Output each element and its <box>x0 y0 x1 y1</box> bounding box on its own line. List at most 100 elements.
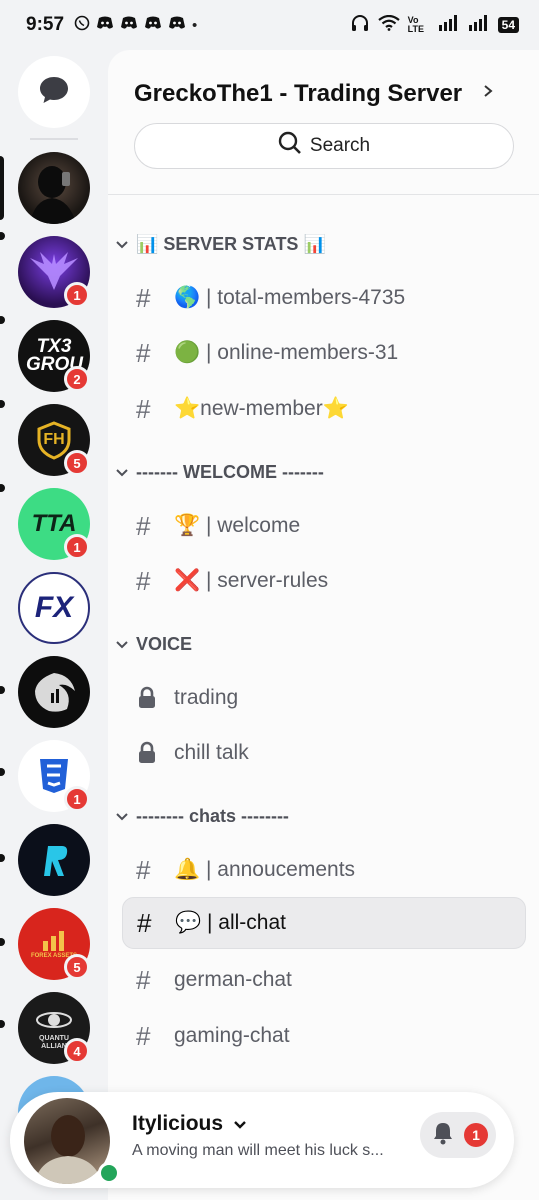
channel-total-members[interactable]: # 🌎 | total-members-4735 <box>122 272 526 324</box>
server-icon-eagle[interactable] <box>18 656 90 728</box>
css-shield-icon <box>40 759 68 793</box>
unread-indicator <box>0 316 5 324</box>
unread-badge: 4 <box>64 1038 90 1064</box>
hash-icon: # <box>137 907 152 938</box>
server-name[interactable]: GreckoThe1 - Trading Server <box>134 80 462 108</box>
unread-badge: 1 <box>64 282 90 308</box>
direct-messages-button[interactable] <box>18 56 90 128</box>
channel-server-rules[interactable]: # ❌ | server-rules <box>122 555 526 607</box>
server-rail: 1 TX3 GROU 2 FH 5 TTA 1 FX 1 FOREX ASSET… <box>0 50 108 1200</box>
channel-new-member[interactable]: # ⭐new-member⭐ <box>122 383 526 435</box>
channel-name: ⭐new-member⭐ <box>174 397 349 420</box>
category-label: VOICE <box>136 634 193 654</box>
eagle-icon <box>35 673 75 712</box>
chevron-down-icon <box>116 810 128 824</box>
category-server-stats[interactable]: 📊 SERVER STATS 📊 <box>116 234 326 255</box>
chevron-down-icon <box>116 238 128 252</box>
clock: 9:57 <box>26 14 65 35</box>
category-label: 📊 SERVER STATS 📊 <box>136 234 326 254</box>
server-label: FX <box>34 591 74 624</box>
chart-bars-icon <box>43 931 64 951</box>
channel-name: ❌ | server-rules <box>174 569 329 592</box>
unread-indicator <box>0 938 5 946</box>
chevron-down-icon <box>116 466 128 480</box>
inbox-button[interactable]: 1 <box>420 1112 496 1158</box>
unread-badge: 5 <box>64 954 90 980</box>
system-icons: Vo LTE 54 <box>350 14 519 36</box>
unread-indicator <box>0 1020 5 1028</box>
category-chats[interactable]: -------- chats -------- <box>116 806 289 827</box>
unread-indicator <box>0 400 5 408</box>
signal-icon <box>438 15 460 35</box>
chevron-down-icon <box>116 638 128 652</box>
category-voice[interactable]: VOICE <box>116 634 192 655</box>
search-label: Search <box>309 135 371 156</box>
hash-icon: # <box>136 565 151 596</box>
chevron-down-icon <box>233 1112 247 1135</box>
hash-icon: # <box>136 964 151 995</box>
unread-indicator <box>0 484 5 492</box>
discord-icon <box>168 16 186 34</box>
status-bar: 9:57 • Vo LTE 54 <box>0 0 539 50</box>
search-icon <box>278 131 302 161</box>
channel-annoucements[interactable]: # 🔔 | annoucements <box>122 844 526 896</box>
hooded-person-icon <box>30 166 76 224</box>
channel-name: german-chat <box>174 968 292 991</box>
category-label: ------- WELCOME ------- <box>136 462 324 482</box>
voice-channel-trading[interactable]: trading <box>122 672 526 724</box>
channel-online-members[interactable]: # 🟢 | online-members-31 <box>122 327 526 379</box>
hash-icon: # <box>136 1020 151 1051</box>
r-logo-icon <box>44 846 68 876</box>
hash-icon: # <box>136 337 151 368</box>
channel-all-chat[interactable]: # 💬 | all-chat <box>122 897 526 949</box>
channel-panel: GreckoThe1 - Trading Server Search 📊 SER… <box>108 50 539 1200</box>
unread-badge: 1 <box>64 786 90 812</box>
server-label: FH <box>43 431 65 448</box>
chevron-right-icon[interactable] <box>483 83 493 103</box>
inbox-badge: 1 <box>464 1123 488 1147</box>
hash-icon: # <box>136 854 151 885</box>
lock-icon <box>136 741 174 765</box>
rail-divider <box>30 138 78 140</box>
channel-name: 🟢 | online-members-31 <box>174 341 399 364</box>
username-label: Itylicious <box>132 1112 224 1135</box>
search-button[interactable]: Search <box>134 123 514 169</box>
discord-icon <box>144 16 162 34</box>
unread-badge: 5 <box>64 450 90 476</box>
server-icon-fx[interactable]: FX <box>18 572 90 644</box>
server-icon-avatar[interactable] <box>18 152 90 224</box>
hash-icon: # <box>136 282 151 313</box>
channel-name: 🔔 | annoucements <box>174 858 356 881</box>
unread-indicator <box>0 232 5 240</box>
channel-name: 🏆 | welcome <box>174 514 301 537</box>
channel-gaming-chat[interactable]: # gaming-chat <box>122 1010 526 1062</box>
discord-icon <box>96 16 114 34</box>
channel-name: 💬 | all-chat <box>175 911 286 934</box>
username[interactable]: Itylicious <box>132 1112 247 1136</box>
user-panel[interactable]: Itylicious A moving man will meet his lu… <box>10 1092 514 1188</box>
channel-name: gaming-chat <box>174 1024 290 1047</box>
channel-name: 🌎 | total-members-4735 <box>174 286 406 309</box>
battery-indicator: 54 <box>497 17 519 33</box>
volte-icon: Vo LTE <box>407 15 424 34</box>
lock-icon <box>136 686 174 710</box>
voice-channel-chill-talk[interactable]: chill talk <box>122 727 526 779</box>
channel-german-chat[interactable]: # german-chat <box>122 954 526 1006</box>
channel-name: trading <box>174 686 239 709</box>
channel-name: chill talk <box>174 741 249 764</box>
hash-icon: # <box>136 510 151 541</box>
channel-welcome[interactable]: # 🏆 | welcome <box>122 500 526 552</box>
unread-indicator <box>0 686 5 694</box>
unread-indicator <box>0 854 5 862</box>
hash-icon: # <box>136 393 151 424</box>
bell-icon <box>432 1121 454 1149</box>
active-server-indicator <box>0 156 4 220</box>
unread-badge: 1 <box>64 534 90 560</box>
orbit-icon <box>36 1012 72 1028</box>
signal-icon <box>468 15 490 35</box>
notification-icons: • <box>74 15 197 35</box>
unread-badge: 2 <box>64 366 90 392</box>
category-welcome[interactable]: ------- WELCOME ------- <box>116 462 324 483</box>
server-icon-r[interactable] <box>18 824 90 896</box>
dot-icon: • <box>192 16 198 34</box>
